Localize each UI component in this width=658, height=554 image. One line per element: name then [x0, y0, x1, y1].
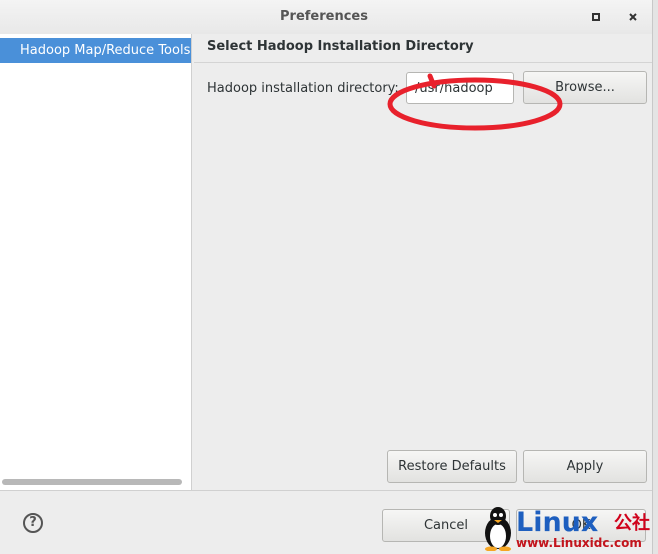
title-divider	[194, 62, 652, 63]
dir-label: Hadoop installation directory:	[207, 81, 399, 96]
tree-item-hadoop[interactable]: Hadoop Map/Reduce Tools	[0, 38, 191, 63]
preferences-tree: Hadoop Map/Reduce Tools	[0, 34, 192, 490]
tree-horizontal-scrollbar[interactable]	[2, 479, 182, 485]
page-title: Select Hadoop Installation Directory	[207, 39, 474, 54]
window-title: Preferences	[280, 9, 368, 24]
background-window-edge	[652, 0, 658, 554]
close-icon[interactable]	[625, 9, 641, 25]
help-icon[interactable]: ?	[23, 513, 43, 533]
watermark-brand: Linux	[516, 507, 599, 538]
title-bar: Preferences	[0, 0, 658, 34]
annotation-ellipse	[387, 73, 563, 131]
watermark-url: www.Linuxidc.com	[516, 536, 642, 550]
tux-penguin-icon	[485, 507, 511, 551]
watermark-suffix: 公社	[614, 513, 650, 534]
watermark: Linux 公社 www.Linuxidc.com	[480, 503, 658, 554]
restore-defaults-button[interactable]: Restore Defaults	[387, 450, 517, 483]
apply-button[interactable]: Apply	[523, 450, 647, 483]
maximize-icon[interactable]	[588, 9, 604, 25]
